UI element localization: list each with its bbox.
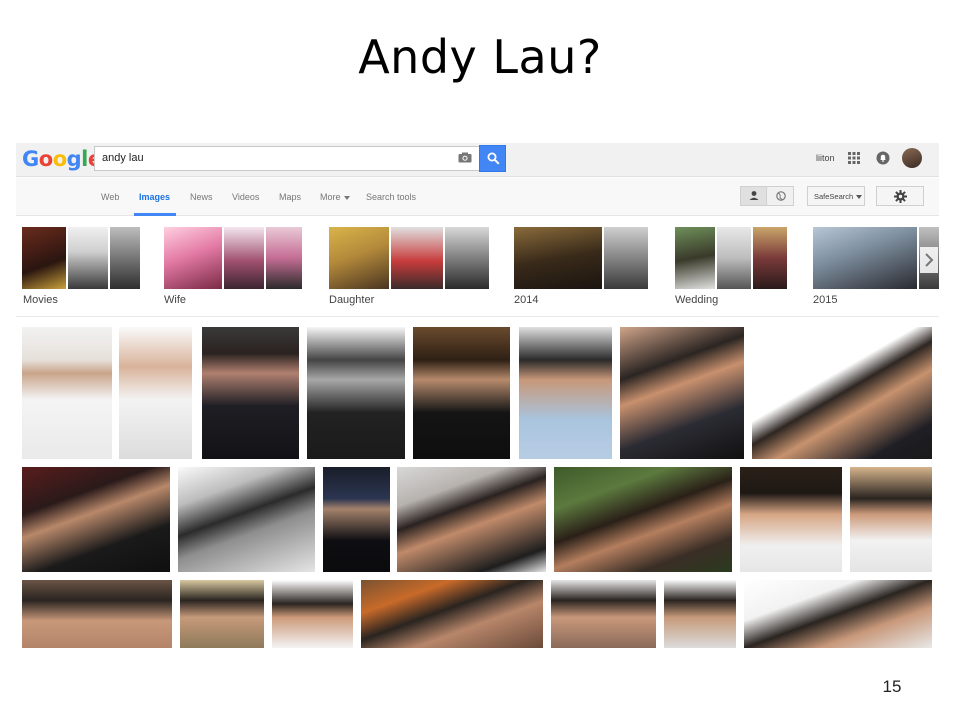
related-thumb <box>604 227 648 289</box>
related-group-wedding[interactable] <box>675 227 787 289</box>
avatar[interactable] <box>902 148 922 168</box>
image-result[interactable] <box>272 580 353 648</box>
related-thumb <box>717 227 751 289</box>
image-result[interactable] <box>620 327 744 459</box>
related-thumb <box>445 227 489 289</box>
google-logo[interactable]: Google <box>22 147 102 171</box>
slide-title: Andy Lau? <box>358 30 602 84</box>
image-result[interactable] <box>554 467 732 572</box>
settings-button[interactable] <box>876 186 924 206</box>
search-input[interactable]: andy lau <box>94 146 479 171</box>
related-group-movies[interactable] <box>22 227 140 289</box>
chevron-down-icon <box>856 195 863 200</box>
related-searches-strip: Movies Wife Daughter 2014 Wedding 2015 <box>16 217 939 317</box>
gear-icon <box>894 190 907 203</box>
tab-web[interactable]: Web <box>101 192 119 202</box>
tab-images[interactable]: Images <box>139 192 170 202</box>
image-result[interactable] <box>119 327 192 459</box>
google-top-bar: Google andy lau liiton <box>16 143 939 177</box>
image-result[interactable] <box>740 467 842 572</box>
related-thumb <box>675 227 715 289</box>
bell-icon[interactable] <box>876 151 890 165</box>
related-next-button[interactable] <box>920 247 938 273</box>
related-thumb <box>514 227 602 289</box>
related-label-2014[interactable]: 2014 <box>514 294 538 306</box>
related-thumb <box>813 227 917 289</box>
related-label-daughter[interactable]: Daughter <box>329 294 374 306</box>
search-button[interactable] <box>479 145 506 172</box>
related-thumb <box>22 227 66 289</box>
active-tab-indicator <box>134 213 176 216</box>
slide-number: 15 <box>882 677 902 696</box>
related-group-2014[interactable] <box>514 227 650 289</box>
related-group-daughter[interactable] <box>329 227 489 289</box>
search-icon <box>487 152 500 165</box>
image-result[interactable] <box>413 327 510 459</box>
image-result[interactable] <box>180 580 264 648</box>
related-label-movies[interactable]: Movies <box>23 294 58 306</box>
image-result[interactable] <box>744 580 932 648</box>
image-result[interactable] <box>323 467 390 572</box>
related-label-wedding[interactable]: Wedding <box>675 294 718 306</box>
chevron-down-icon <box>343 195 350 200</box>
image-result[interactable] <box>361 580 543 648</box>
tab-search-tools[interactable]: Search tools <box>366 192 416 202</box>
related-thumb <box>329 227 389 289</box>
tab-maps[interactable]: Maps <box>279 192 301 202</box>
image-result[interactable] <box>307 327 405 459</box>
personal-results-toggle[interactable] <box>740 186 794 206</box>
image-result[interactable] <box>397 467 546 572</box>
related-label-2015[interactable]: 2015 <box>813 294 837 306</box>
related-label-wife[interactable]: Wife <box>164 294 186 306</box>
person-icon <box>749 191 759 200</box>
image-result[interactable] <box>850 467 932 572</box>
related-thumb <box>391 227 443 289</box>
global-results-button[interactable] <box>768 187 794 205</box>
related-group-wife[interactable] <box>164 227 304 289</box>
safesearch-label: SafeSearch <box>814 192 854 201</box>
image-result[interactable] <box>519 327 612 459</box>
camera-icon[interactable] <box>458 152 472 163</box>
related-thumb <box>266 227 302 289</box>
image-result[interactable] <box>202 327 299 459</box>
tab-more-label: More <box>320 192 341 202</box>
image-result[interactable] <box>22 327 112 459</box>
image-result[interactable] <box>551 580 656 648</box>
image-result[interactable] <box>22 467 170 572</box>
globe-icon <box>776 191 786 201</box>
related-thumb <box>164 227 222 289</box>
tab-news[interactable]: News <box>190 192 213 202</box>
image-result[interactable] <box>752 327 932 459</box>
related-thumb <box>110 227 140 289</box>
related-thumb <box>224 227 264 289</box>
chevron-right-icon <box>925 253 934 267</box>
tab-videos[interactable]: Videos <box>232 192 259 202</box>
google-images-screenshot: Google andy lau liiton <box>16 143 939 648</box>
search-nav-bar: Web Images News Videos Maps More Search … <box>16 178 939 216</box>
apps-grid-icon[interactable] <box>848 152 860 164</box>
tab-more[interactable]: More <box>320 192 350 202</box>
search-query-text: andy lau <box>102 152 144 164</box>
image-result[interactable] <box>664 580 736 648</box>
user-name[interactable]: liiton <box>816 153 835 163</box>
related-thumb <box>68 227 108 289</box>
safesearch-button[interactable]: SafeSearch <box>807 186 865 206</box>
image-result[interactable] <box>178 467 315 572</box>
image-result[interactable] <box>22 580 172 648</box>
personal-results-button[interactable] <box>741 187 767 205</box>
related-thumb <box>753 227 787 289</box>
